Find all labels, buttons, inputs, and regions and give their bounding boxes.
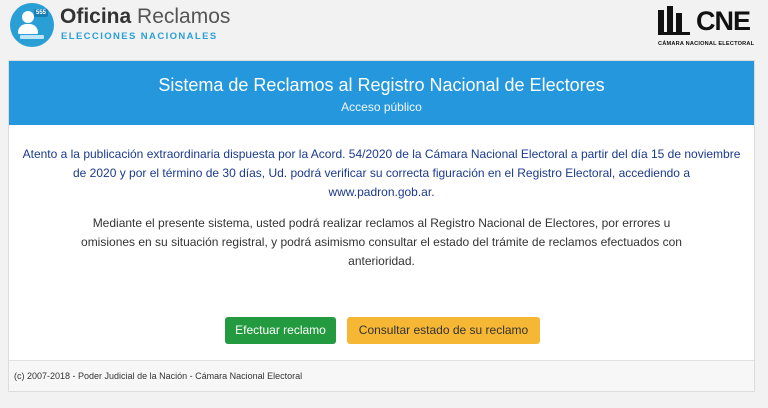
footer-copyright: (c) 2007-2018 - Poder Judicial de la Nac…: [14, 371, 303, 381]
logo-word-reclamos: Reclamos: [137, 5, 231, 28]
notice-paragraph: Atento a la publicación extraordinaria d…: [19, 145, 744, 202]
logo-tag: 555: [34, 9, 49, 17]
page-title: Sistema de Reclamos al Registro Nacional…: [158, 75, 605, 95]
ballot-person-icon: 555: [10, 3, 54, 47]
page-subtitle: Acceso público: [341, 100, 422, 114]
oficina-reclamos-logo[interactable]: 555 Oficina Reclamos ELECCIONES NACIONAL…: [10, 3, 230, 49]
logo-word-oficina: Oficina: [60, 5, 132, 28]
main-card: Sistema de Reclamos al Registro Nacional…: [8, 60, 755, 392]
efectuar-reclamo-button[interactable]: Efectuar reclamo: [225, 317, 336, 344]
logo-wordmark: Oficina Reclamos: [60, 5, 230, 29]
cne-subtitle: CÁMARA NACIONAL ELECTORAL: [658, 41, 755, 47]
cne-wordmark: CNE: [696, 6, 751, 36]
logo-subtitle: ELECCIONES NACIONALES: [61, 31, 218, 42]
cne-columns-icon: [658, 6, 690, 35]
description-paragraph: Mediante el presente sistema, usted podr…: [81, 216, 682, 268]
card-footer: (c) 2007-2018 - Poder Judicial de la Nac…: [9, 360, 754, 391]
site-header: 555 Oficina Reclamos ELECCIONES NACIONAL…: [0, 0, 768, 58]
notice-text: Atento a la publicación extraordinaria d…: [22, 147, 741, 180]
notice-end: .: [431, 185, 435, 199]
cne-logo[interactable]: CNE CÁMARA NACIONAL ELECTORAL: [656, 3, 756, 51]
card-header: Sistema de Reclamos al Registro Nacional…: [9, 61, 754, 125]
padron-link[interactable]: www.padron.gob.ar: [328, 185, 431, 199]
consultar-estado-button[interactable]: Consultar estado de su reclamo: [347, 317, 540, 344]
